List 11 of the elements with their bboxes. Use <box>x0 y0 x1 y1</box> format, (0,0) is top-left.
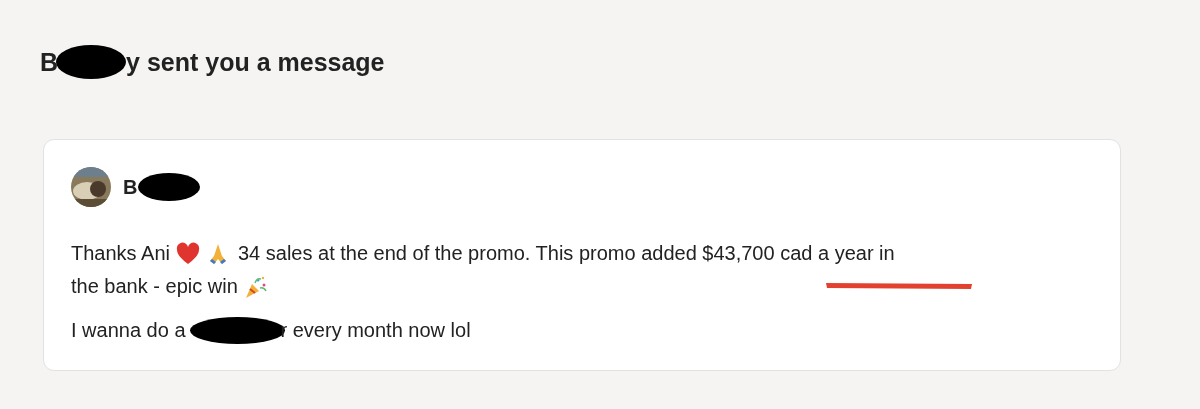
redaction-mark <box>138 173 201 201</box>
heading-text: y sent you a message <box>126 47 385 77</box>
message-text: the bank - epic win <box>71 275 238 298</box>
message-text: Thanks Ani <box>71 242 170 265</box>
heading-text: B <box>40 47 59 77</box>
heart-icon <box>175 241 200 266</box>
message-text: I wanna do a <box>71 319 186 342</box>
message-text: 34 sales at the end of the promo. This promo added $43,700 cad a year in <box>237 242 895 265</box>
party-popper-icon <box>243 274 268 299</box>
sender-name: B <box>123 175 138 199</box>
message-text: r every month now lol <box>280 319 471 342</box>
